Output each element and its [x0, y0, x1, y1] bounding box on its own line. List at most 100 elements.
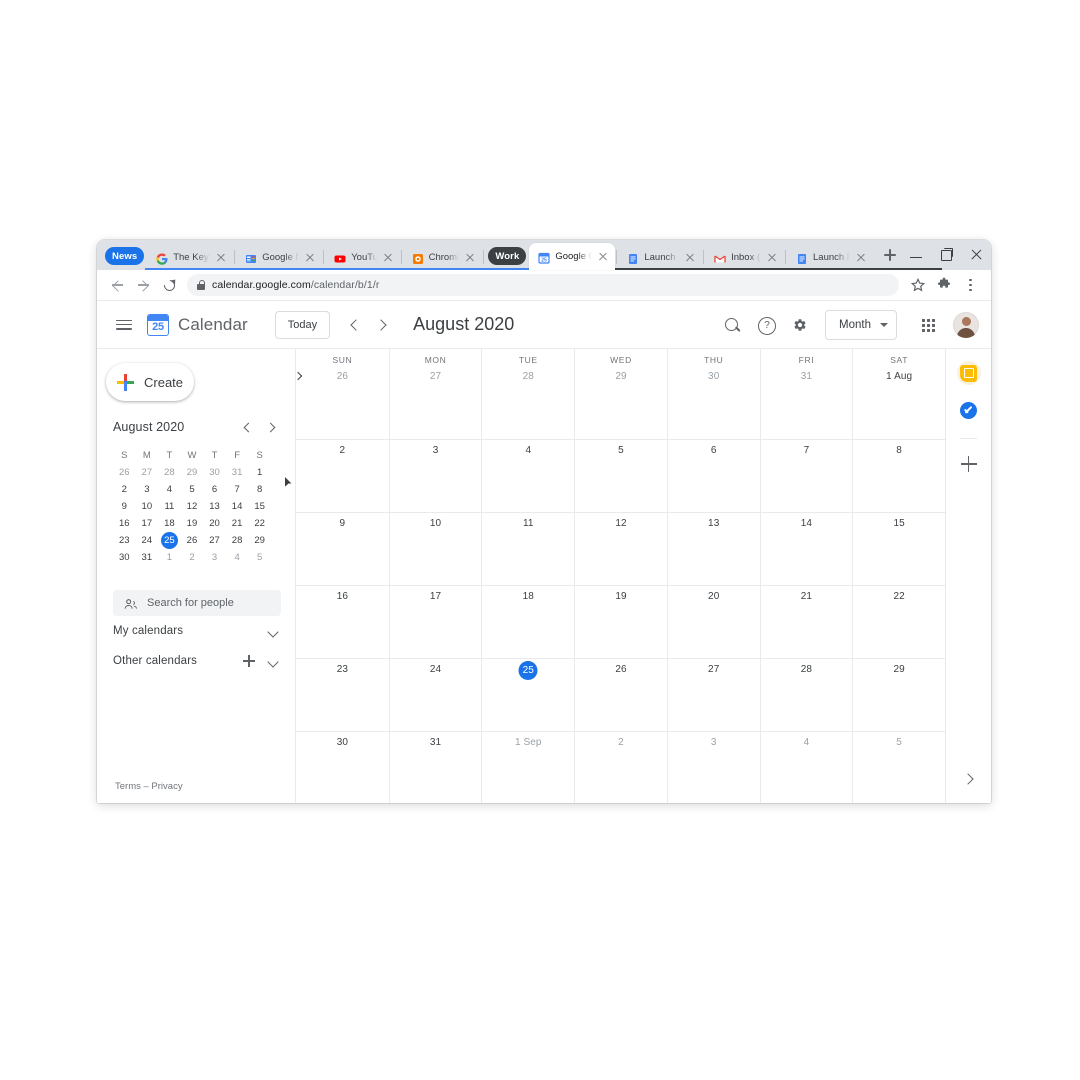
day-cell[interactable]: 29	[574, 366, 667, 439]
create-button[interactable]: Create	[106, 363, 194, 401]
mini-day-cell[interactable]: 29	[181, 464, 204, 481]
day-cell[interactable]: 31	[388, 732, 482, 803]
day-cell[interactable]: 6	[666, 440, 760, 512]
chevron-down-icon[interactable]	[265, 623, 281, 639]
day-cell[interactable]: 18	[481, 586, 574, 658]
mini-day-cell[interactable]: 4	[226, 549, 249, 566]
puzzle-icon[interactable]	[931, 272, 957, 298]
day-cell[interactable]: 2	[296, 440, 389, 512]
mini-day-cell[interactable]: 28	[158, 464, 181, 481]
day-cell[interactable]: 1 Aug	[852, 366, 945, 439]
forward-arrow-icon[interactable]	[131, 273, 155, 297]
mini-day-cell[interactable]: 16	[113, 515, 136, 532]
tab-launch-plan[interactable]: Launch Plan	[787, 245, 873, 270]
view-select[interactable]: Month	[825, 309, 897, 340]
collapse-sidebar-icon[interactable]	[292, 371, 304, 383]
mini-next-month-icon[interactable]	[261, 417, 281, 437]
day-cell[interactable]: 12	[574, 513, 667, 585]
mini-day-cell[interactable]: 8	[248, 481, 271, 498]
tab-chromium[interactable]: Chromium	[403, 245, 483, 270]
close-icon[interactable]	[766, 252, 778, 264]
day-cell[interactable]: 28	[759, 659, 853, 731]
mini-day-cell[interactable]: 5	[248, 549, 271, 566]
close-icon[interactable]	[304, 252, 316, 264]
day-cell[interactable]: 29	[852, 659, 945, 731]
mini-day-cell[interactable]: 31	[226, 464, 249, 481]
day-cell[interactable]: 14	[759, 513, 853, 585]
day-cell[interactable]: 26	[574, 659, 667, 731]
mini-day-cell[interactable]: 31	[136, 549, 159, 566]
day-cell[interactable]: 24	[388, 659, 482, 731]
mini-day-cell[interactable]: 6	[203, 481, 226, 498]
close-icon[interactable]	[382, 252, 394, 264]
mini-day-cell[interactable]: 25	[158, 532, 181, 549]
day-cell[interactable]: 9	[296, 513, 389, 585]
day-cell[interactable]: 20	[666, 586, 760, 658]
mini-day-cell[interactable]: 1	[158, 549, 181, 566]
search-icon[interactable]	[717, 310, 747, 340]
day-cell[interactable]: 22	[852, 586, 945, 658]
day-cell[interactable]: 26	[296, 366, 389, 439]
mini-day-cell[interactable]: 5	[181, 481, 204, 498]
help-icon[interactable]: ?	[751, 310, 781, 340]
day-cell[interactable]: 30	[296, 732, 389, 803]
search-people-input[interactable]: Search for people	[113, 590, 281, 616]
star-icon[interactable]	[905, 272, 931, 298]
tab-group-work[interactable]: Work	[488, 247, 527, 265]
expand-side-panel-icon[interactable]	[959, 768, 979, 788]
previous-period-icon[interactable]	[342, 312, 368, 338]
minimize-button[interactable]	[901, 243, 931, 267]
apps-grid-icon[interactable]	[913, 310, 943, 340]
mini-day-cell[interactable]: 26	[113, 464, 136, 481]
day-cell[interactable]: 30	[666, 366, 760, 439]
back-arrow-icon[interactable]	[105, 273, 129, 297]
day-cell[interactable]: 23	[296, 659, 389, 731]
mini-day-cell[interactable]: 14	[226, 498, 249, 515]
day-cell[interactable]: 3	[388, 440, 482, 512]
mini-day-cell[interactable]: 2	[181, 549, 204, 566]
day-cell[interactable]: 10	[388, 513, 482, 585]
mini-prev-month-icon[interactable]	[237, 417, 257, 437]
day-cell[interactable]: 1 Sep	[481, 732, 574, 803]
day-cell[interactable]: 5	[574, 440, 667, 512]
mini-day-cell[interactable]: 3	[136, 481, 159, 498]
add-other-calendar-icon[interactable]	[241, 653, 257, 669]
mini-day-cell[interactable]: 30	[203, 464, 226, 481]
mini-day-cell[interactable]: 29	[248, 532, 271, 549]
mini-day-cell[interactable]: 28	[226, 532, 249, 549]
day-cell[interactable]: 13	[666, 513, 760, 585]
mini-day-cell[interactable]: 30	[113, 549, 136, 566]
gear-icon[interactable]	[785, 310, 815, 340]
mini-day-cell[interactable]: 26	[181, 532, 204, 549]
mini-day-cell[interactable]: 3	[203, 549, 226, 566]
mini-day-cell[interactable]: 11	[158, 498, 181, 515]
mini-day-cell[interactable]: 21	[226, 515, 249, 532]
mini-day-cell[interactable]: 20	[203, 515, 226, 532]
day-cell[interactable]: 15	[852, 513, 945, 585]
day-cell[interactable]: 19	[574, 586, 667, 658]
today-button[interactable]: Today	[274, 310, 331, 339]
mini-day-cell[interactable]: 27	[203, 532, 226, 549]
tasks-icon[interactable]	[957, 398, 981, 422]
close-window-button[interactable]	[961, 243, 991, 267]
close-icon[interactable]	[464, 252, 476, 264]
day-cell[interactable]: 17	[388, 586, 482, 658]
mini-day-cell[interactable]: 13	[203, 498, 226, 515]
maximize-button[interactable]	[931, 243, 961, 267]
avatar[interactable]	[953, 311, 979, 338]
tab-launch-pro[interactable]: Launch Pro	[618, 245, 702, 270]
sidebar-footer[interactable]: Terms – Privacy	[97, 781, 295, 803]
tab-group-news[interactable]: News	[105, 247, 145, 265]
day-cell[interactable]: 2	[574, 732, 667, 803]
day-cell[interactable]: 31	[759, 366, 853, 439]
day-cell[interactable]: 11	[481, 513, 574, 585]
mini-day-cell[interactable]: 9	[113, 498, 136, 515]
mini-day-cell[interactable]: 12	[181, 498, 204, 515]
main-menu-icon[interactable]	[111, 312, 137, 338]
day-cell[interactable]: 8	[852, 440, 945, 512]
sidebar-section-my-calendars[interactable]: My calendars	[113, 616, 281, 646]
reload-icon[interactable]	[157, 273, 181, 297]
chevron-down-icon[interactable]	[265, 653, 281, 669]
tab-youtube[interactable]: YouTube	[325, 245, 399, 270]
day-cell[interactable]: 28	[481, 366, 574, 439]
